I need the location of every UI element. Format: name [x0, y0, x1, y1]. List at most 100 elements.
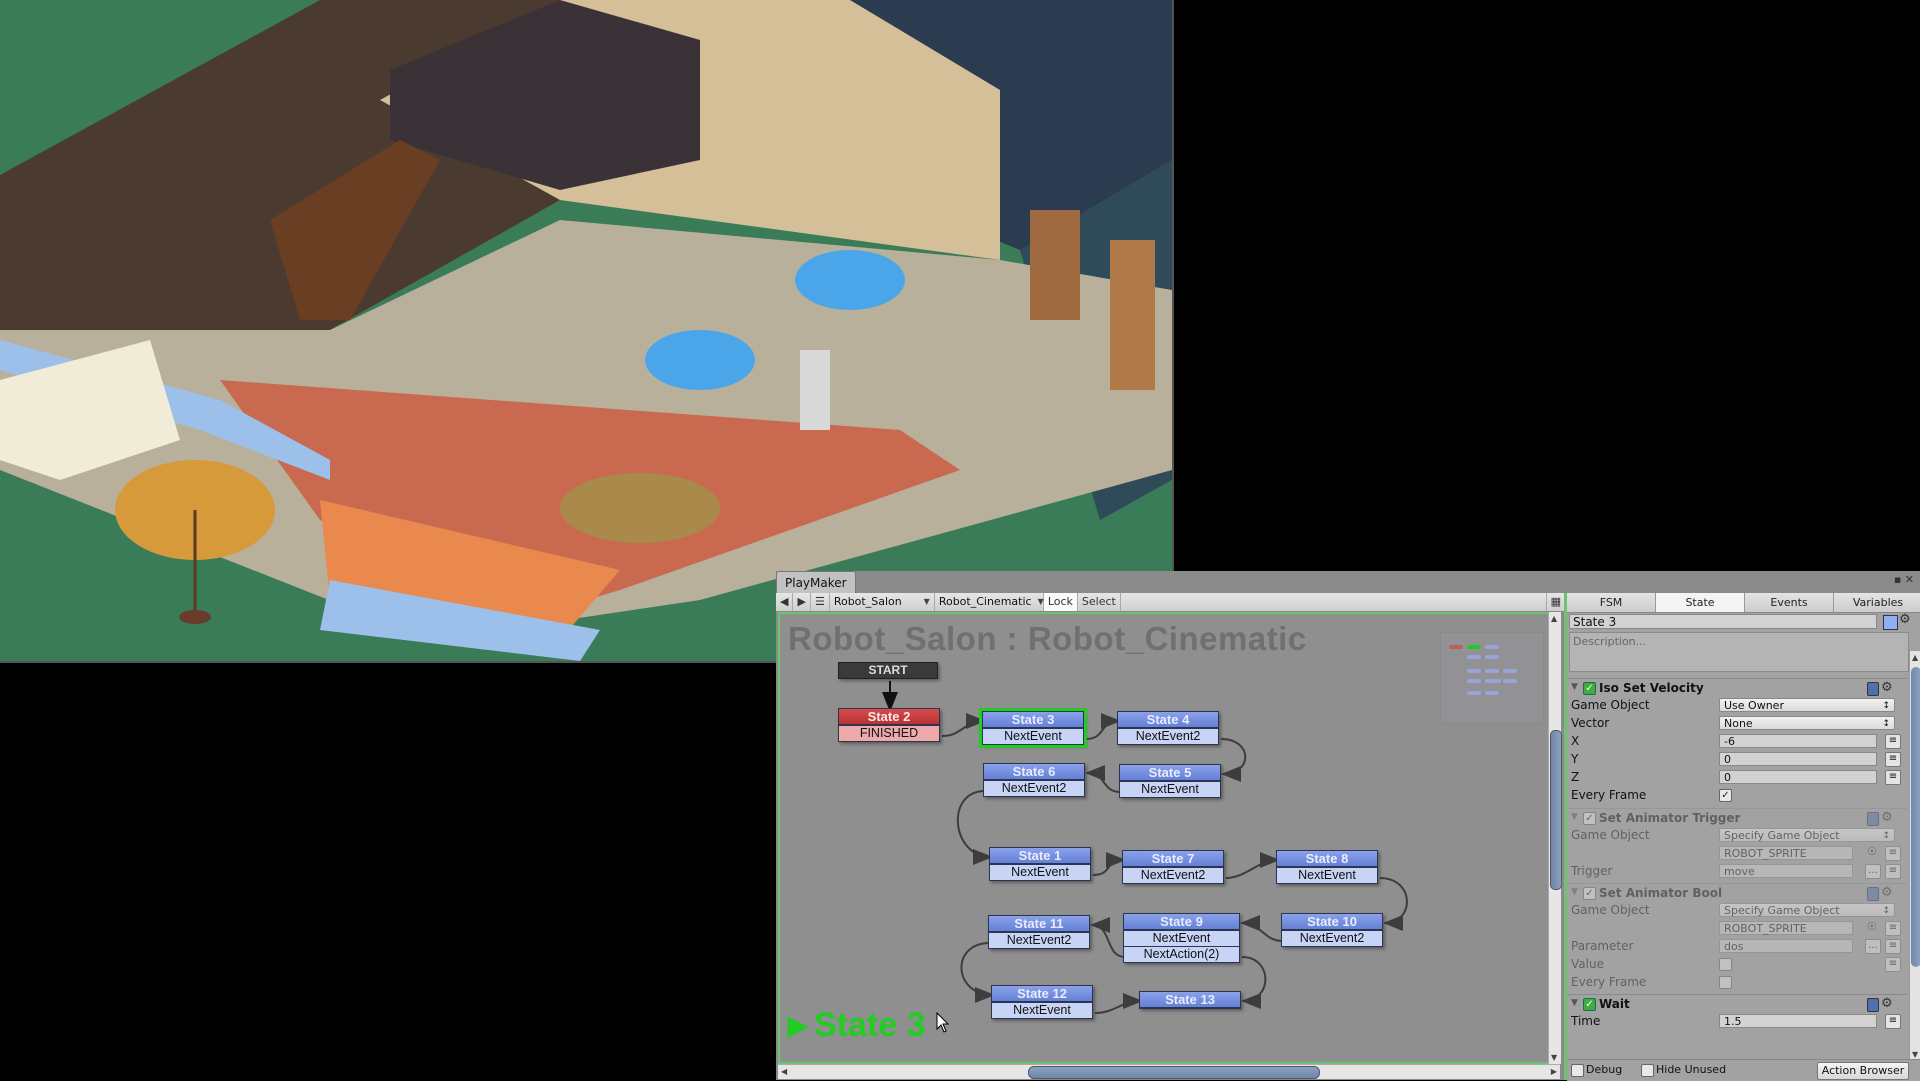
variable-toggle-icon[interactable]: ≡ [1885, 734, 1901, 749]
collapse-arrow-icon[interactable]: ▼ [1571, 682, 1578, 692]
gear-icon[interactable]: ⚙ [1881, 884, 1893, 902]
tab-events[interactable]: Events [1745, 593, 1834, 612]
object-reference-field[interactable]: ROBOT_SPRITE [1719, 846, 1853, 860]
game-object-dropdown[interactable]: Specify Game Object [1719, 903, 1895, 918]
scroll-right-icon[interactable]: ▶ [1551, 1067, 1557, 1076]
state-node-state-8[interactable]: State 8 NextEvent [1276, 850, 1378, 884]
state-event[interactable]: NextEvent [990, 864, 1090, 880]
playmaker-tab[interactable]: PlayMaker [776, 571, 856, 594]
game-object-dropdown[interactable]: Use Owner [1719, 698, 1895, 713]
state-node-state-1[interactable]: State 1 NextEvent [989, 847, 1091, 881]
time-input[interactable]: 1.5 [1719, 1014, 1877, 1028]
scroll-down-icon[interactable]: ▼ [1912, 1050, 1918, 1059]
state-node-state-5[interactable]: State 5 NextEvent [1119, 764, 1221, 798]
action-set-animator-bool[interactable]: ▼ ✓ Set Animator Bool ⚙ [1567, 883, 1907, 902]
minimap-toggle[interactable]: ▦ [1545, 593, 1566, 611]
state-node-state-11[interactable]: State 11 NextEvent2 [988, 915, 1090, 949]
object-reference-field[interactable]: ROBOT_SPRITE [1719, 921, 1853, 935]
scroll-up-icon[interactable]: ▲ [1551, 614, 1557, 623]
graph-vertical-scrollbar[interactable]: ▲ ▼ [1548, 612, 1562, 1064]
state-node-state-4[interactable]: State 4 NextEvent2 [1117, 711, 1219, 745]
state-node-state-6[interactable]: State 6 NextEvent2 [983, 763, 1085, 797]
more-options-icon[interactable]: … [1865, 864, 1881, 879]
lock-button[interactable]: Lock [1043, 593, 1078, 611]
state-color-swatch[interactable] [1883, 615, 1898, 630]
inspector-scroll-thumb[interactable] [1911, 667, 1920, 967]
state-event[interactable]: NextEvent [1277, 867, 1377, 883]
tab-variables[interactable]: Variables [1834, 593, 1920, 612]
action-browser-button[interactable]: Action Browser [1817, 1062, 1909, 1080]
state-event[interactable]: NextEvent [1124, 930, 1239, 946]
description-field[interactable]: Description... [1569, 632, 1909, 672]
scroll-down-icon[interactable]: ▼ [1551, 1053, 1557, 1062]
action-enabled-checkbox[interactable]: ✓ [1583, 682, 1596, 695]
help-book-icon[interactable] [1867, 998, 1879, 1012]
action-set-animator-trigger[interactable]: ▼ ✓ Set Animator Trigger ⚙ [1567, 808, 1907, 827]
state-event[interactable]: NextEvent [1120, 781, 1220, 797]
parameter-input[interactable]: dos [1719, 939, 1853, 953]
state-node-state-9[interactable]: State 9 NextEvent NextAction(2) [1123, 913, 1240, 963]
graph-horizontal-scrollbar[interactable]: ◀ ▶ [778, 1064, 1560, 1079]
trigger-input[interactable]: move [1719, 864, 1853, 878]
vector-dropdown[interactable]: None [1719, 716, 1895, 731]
variable-toggle-icon[interactable]: ≡ [1885, 846, 1901, 861]
state-event[interactable]: NextEvent2 [989, 932, 1089, 948]
gameobject-dropdown[interactable]: Robot_Salon ▼ [830, 593, 935, 611]
state-node-state-12[interactable]: State 12 NextEvent [991, 985, 1093, 1019]
state-event[interactable]: FINISHED [839, 725, 939, 741]
action-enabled-checkbox[interactable]: ✓ [1583, 887, 1596, 900]
y-input[interactable]: 0 [1719, 752, 1877, 766]
scroll-up-icon[interactable]: ▲ [1912, 653, 1918, 662]
gear-icon[interactable]: ⚙ [1881, 679, 1893, 697]
state-event[interactable]: NextEvent [992, 1002, 1092, 1018]
target-icon[interactable]: ☉ [1867, 920, 1877, 933]
gear-icon[interactable]: ⚙ [1881, 995, 1893, 1013]
help-book-icon[interactable] [1867, 812, 1879, 826]
fsm-graph-canvas[interactable]: Robot_Salon : Robot_Cinematic START Stat… [778, 612, 1560, 1064]
state-node-state-2[interactable]: State 2 FINISHED [838, 708, 940, 742]
state-name-input[interactable]: State 3 [1569, 614, 1877, 629]
target-icon[interactable]: ☉ [1867, 845, 1877, 858]
state-event[interactable]: NextEvent2 [1123, 867, 1223, 883]
inspector-vertical-scrollbar[interactable]: ▲ ▼ [1909, 651, 1920, 1061]
fsm-dropdown[interactable]: Robot_Cinematic ▼ [935, 593, 1044, 611]
variable-toggle-icon[interactable]: ≡ [1885, 770, 1901, 785]
help-book-icon[interactable] [1867, 682, 1879, 696]
state-event[interactable]: NextEvent2 [1118, 728, 1218, 744]
state-node-state-7[interactable]: State 7 NextEvent2 [1122, 850, 1224, 884]
x-input[interactable]: -6 [1719, 734, 1877, 748]
every-frame-checkbox[interactable]: ✓ [1719, 789, 1732, 802]
z-input[interactable]: 0 [1719, 770, 1877, 784]
state-event[interactable]: NextEvent [983, 728, 1083, 744]
hide-unused-checkbox[interactable] [1641, 1064, 1654, 1077]
collapse-arrow-icon[interactable]: ▼ [1571, 812, 1578, 822]
start-node[interactable]: START [838, 662, 938, 679]
debug-checkbox[interactable] [1571, 1064, 1584, 1077]
state-event[interactable]: NextEvent2 [1282, 930, 1382, 946]
every-frame-checkbox[interactable] [1719, 976, 1732, 989]
help-book-icon[interactable] [1867, 887, 1879, 901]
state-event[interactable]: NextAction(2) [1124, 946, 1239, 962]
back-button[interactable]: ◀ [776, 593, 794, 611]
variable-toggle-icon[interactable]: ≡ [1885, 957, 1901, 972]
menu-button[interactable]: ☰ [811, 593, 830, 611]
gear-icon[interactable]: ⚙ [1899, 612, 1911, 627]
state-node-state-13[interactable]: State 13 [1139, 991, 1241, 1009]
vertical-scroll-thumb[interactable] [1550, 730, 1562, 890]
variable-toggle-icon[interactable]: ≡ [1885, 864, 1901, 879]
game-object-dropdown[interactable]: Specify Game Object [1719, 828, 1895, 843]
select-button[interactable]: Select [1078, 593, 1121, 611]
action-enabled-checkbox[interactable]: ✓ [1583, 998, 1596, 1011]
tab-fsm[interactable]: FSM [1567, 593, 1656, 612]
variable-toggle-icon[interactable]: ≡ [1885, 921, 1901, 936]
forward-button[interactable]: ▶ [793, 593, 811, 611]
action-enabled-checkbox[interactable]: ✓ [1583, 812, 1596, 825]
variable-toggle-icon[interactable]: ≡ [1885, 1014, 1901, 1029]
variable-toggle-icon[interactable]: ≡ [1885, 939, 1901, 954]
horizontal-scroll-thumb[interactable] [1028, 1066, 1320, 1079]
game-viewport[interactable] [0, 0, 1174, 663]
variable-toggle-icon[interactable]: ≡ [1885, 752, 1901, 767]
tab-state[interactable]: State [1656, 593, 1745, 612]
gear-icon[interactable]: ⚙ [1881, 809, 1893, 827]
collapse-arrow-icon[interactable]: ▼ [1571, 887, 1578, 897]
